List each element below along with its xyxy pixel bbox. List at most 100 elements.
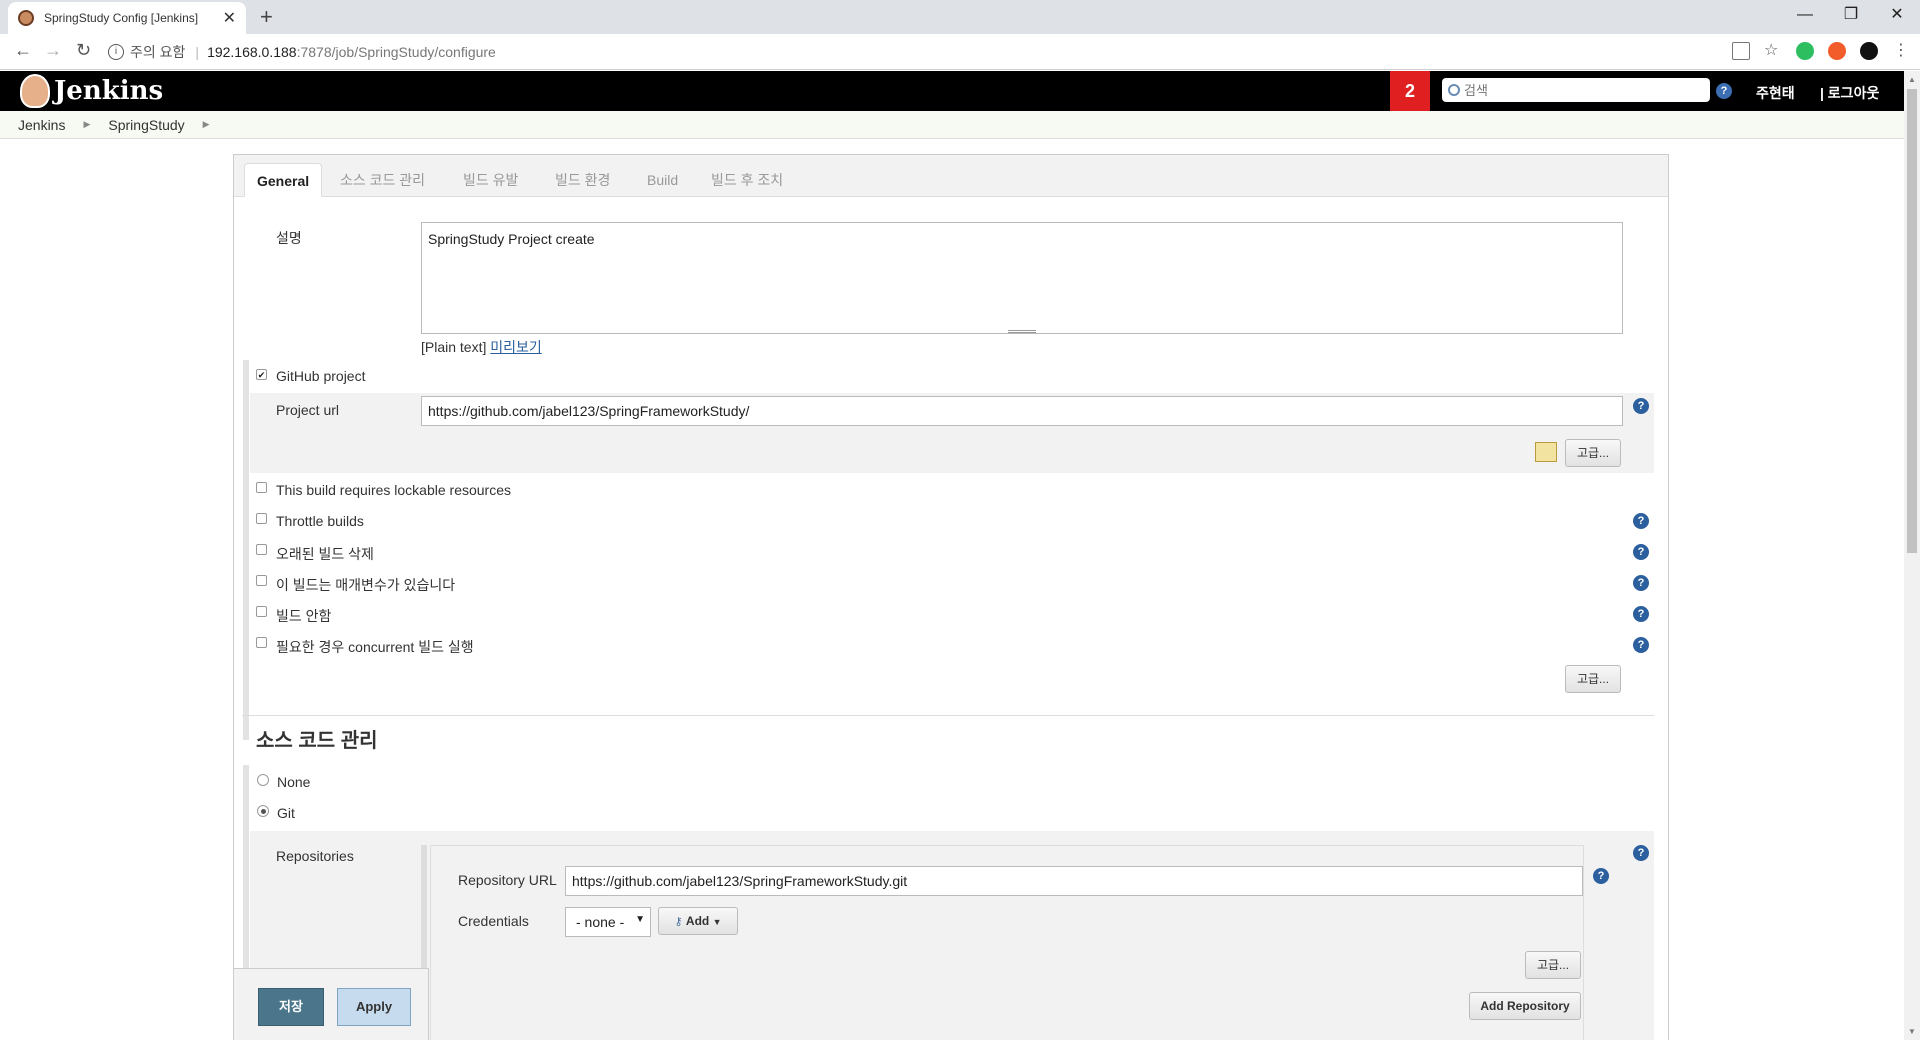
browser-tab-title: SpringStudy Config [Jenkins]: [44, 11, 199, 25]
help-icon[interactable]: ?: [1633, 575, 1649, 591]
restore-icon[interactable]: ❐: [1828, 0, 1874, 30]
tab-build[interactable]: Build: [647, 163, 678, 197]
help-icon[interactable]: ?: [1633, 637, 1649, 653]
search-help-icon[interactable]: ?: [1716, 83, 1732, 99]
scroll-up-icon[interactable]: ▲: [1908, 75, 1916, 84]
extension-red-icon[interactable]: [1828, 42, 1846, 60]
help-icon[interactable]: ?: [1593, 868, 1609, 884]
jenkins-butler-icon: [20, 74, 50, 108]
credentials-value: - none -: [576, 914, 625, 930]
jenkins-logo[interactable]: Jenkins: [20, 74, 163, 108]
tab-build-env[interactable]: 빌드 환경: [555, 163, 610, 197]
help-icon[interactable]: ?: [1633, 544, 1649, 560]
disable-build-checkbox[interactable]: [256, 606, 267, 617]
help-icon[interactable]: ?: [1633, 398, 1649, 414]
general-left-bar: [243, 360, 249, 740]
throttle-builds-checkbox[interactable]: [256, 513, 267, 524]
add-credentials-button[interactable]: ⚷ Add ▼: [658, 907, 738, 935]
scm-none-radio[interactable]: [257, 774, 269, 786]
new-tab-button[interactable]: +: [260, 4, 273, 30]
plain-text-label: [Plain text]: [421, 339, 487, 355]
resize-grip-icon[interactable]: [1008, 330, 1036, 333]
scm-git-label: Git: [277, 805, 295, 821]
project-url-label: Project url: [276, 402, 340, 418]
dropdown-arrow-icon: ▼: [635, 914, 645, 925]
info-icon[interactable]: i: [108, 44, 124, 60]
notification-badge[interactable]: 2: [1390, 71, 1430, 111]
bookmark-star-icon[interactable]: ☆: [1764, 42, 1782, 60]
project-url-field[interactable]: https://github.com/jabel123/SpringFramew…: [421, 396, 1623, 426]
forward-arrow-icon[interactable]: →: [44, 40, 62, 61]
tab-general[interactable]: General: [244, 163, 323, 197]
menu-kebab-icon[interactable]: ⋮: [1892, 42, 1910, 60]
concurrent-builds-label: 필요한 경우 concurrent 빌드 실행: [276, 639, 474, 655]
parameterized-label: 이 빌드는 매개변수가 있습니다: [276, 577, 456, 593]
concurrent-builds-checkbox[interactable]: [256, 637, 267, 648]
preview-link[interactable]: 미리보기: [490, 339, 542, 355]
url-path: :7878/job/SpringStudy/configure: [296, 44, 496, 60]
jenkins-header: Jenkins 2 ? 주현태 | 로그아웃: [0, 71, 1904, 111]
back-arrow-icon[interactable]: ←: [14, 40, 32, 61]
tab-scm[interactable]: 소스 코드 관리: [340, 163, 425, 197]
translate-icon[interactable]: [1732, 42, 1750, 60]
address-bar[interactable]: i 주의 요함 | 192.168.0.188 :7878/job/Spring…: [108, 38, 1768, 66]
github-advanced-button[interactable]: 고급...: [1565, 439, 1621, 467]
github-project-checkbox[interactable]: ✔: [256, 369, 267, 380]
logout-link[interactable]: | 로그아웃: [1820, 83, 1879, 103]
parameterized-checkbox[interactable]: [256, 575, 267, 586]
lockable-resources-label: This build requires lockable resources: [276, 482, 511, 498]
scroll-down-icon[interactable]: ▼: [1908, 1027, 1916, 1036]
help-icon[interactable]: ?: [1633, 845, 1649, 861]
repositories-label: Repositories: [276, 848, 354, 864]
search-icon: [1448, 84, 1460, 96]
close-window-icon[interactable]: ✕: [1874, 0, 1920, 30]
repo-advanced-button[interactable]: 고급...: [1525, 951, 1581, 979]
description-value: SpringStudy Project create: [428, 231, 595, 247]
save-button[interactable]: 저장: [258, 988, 324, 1026]
github-project-label: GitHub project: [276, 368, 366, 384]
config-tabs: General 소스 코드 관리 빌드 유발 빌드 환경 Build 빌드 후 …: [234, 155, 1668, 197]
credentials-select[interactable]: - none - ▼: [565, 907, 651, 937]
jenkins-search-box[interactable]: [1442, 78, 1710, 102]
general-advanced-button[interactable]: 고급...: [1565, 665, 1621, 693]
breadcrumb-arrow-icon[interactable]: ▶: [203, 119, 210, 130]
user-link[interactable]: 주현태: [1756, 83, 1795, 103]
repo-url-field[interactable]: https://github.com/jabel123/SpringFramew…: [565, 866, 1583, 896]
tab-post-build[interactable]: 빌드 후 조치: [711, 163, 783, 197]
discard-old-builds-label: 오래된 빌드 삭제: [276, 546, 374, 562]
description-label: 설명: [276, 230, 302, 246]
apply-button[interactable]: Apply: [337, 988, 411, 1026]
jenkins-favicon-icon: [18, 10, 34, 26]
scm-none-label: None: [277, 774, 311, 790]
profile-avatar-icon[interactable]: [1860, 42, 1878, 60]
minimize-icon[interactable]: —: [1782, 0, 1828, 30]
evernote-icon[interactable]: [1796, 42, 1814, 60]
dropdown-arrow-icon: ▼: [712, 917, 722, 927]
close-tab-icon[interactable]: ✕: [223, 8, 236, 28]
add-credentials-label: Add: [685, 914, 710, 928]
help-icon[interactable]: ?: [1633, 606, 1649, 622]
credentials-label: Credentials: [458, 913, 529, 929]
extension-icons: ☆ ⋮: [1732, 42, 1910, 60]
page-scrollbar[interactable]: ▲ ▼: [1904, 71, 1920, 1040]
notepad-icon[interactable]: [1535, 442, 1557, 462]
description-format: [Plain text] 미리보기: [421, 337, 542, 357]
config-panel: General 소스 코드 관리 빌드 유발 빌드 환경 Build 빌드 후 …: [233, 154, 1669, 1040]
browser-tab[interactable]: SpringStudy Config [Jenkins] ✕: [8, 2, 246, 34]
breadcrumb: Jenkins ▶ SpringStudy ▶: [0, 111, 1904, 139]
breadcrumb-springstudy[interactable]: SpringStudy: [108, 117, 184, 133]
reload-icon[interactable]: ↻: [76, 40, 91, 61]
breadcrumb-arrow-icon[interactable]: ▶: [83, 119, 90, 130]
add-repository-button[interactable]: Add Repository: [1469, 992, 1581, 1020]
help-icon[interactable]: ?: [1633, 513, 1649, 529]
search-input[interactable]: [1464, 82, 1684, 98]
scm-git-radio[interactable]: [257, 805, 269, 817]
tab-build-triggers[interactable]: 빌드 유발: [463, 163, 518, 197]
discard-old-builds-checkbox[interactable]: [256, 544, 267, 555]
lockable-resources-checkbox[interactable]: [256, 482, 267, 493]
repo-url-label: Repository URL: [458, 872, 557, 888]
description-textarea[interactable]: SpringStudy Project create: [421, 222, 1623, 334]
disable-build-label: 빌드 안함: [276, 608, 332, 624]
breadcrumb-jenkins[interactable]: Jenkins: [18, 117, 65, 133]
scrollbar-thumb[interactable]: [1907, 89, 1917, 553]
